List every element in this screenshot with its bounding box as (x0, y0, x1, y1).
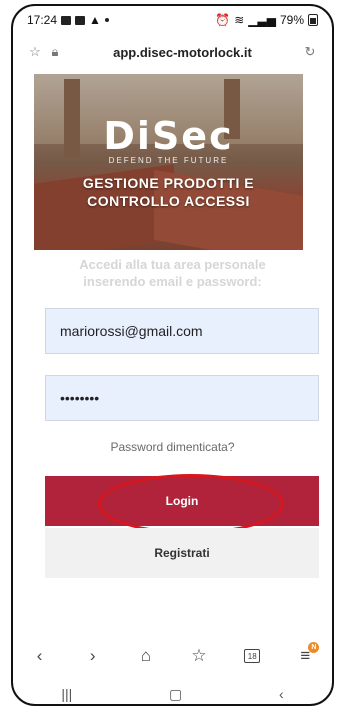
back-icon[interactable]: ‹ (30, 646, 50, 666)
status-bar: 17:24 ▲ ⏰ ≋ ▁▃▅ 79% (13, 6, 332, 34)
register-button[interactable]: Registrati (45, 528, 319, 578)
password-field[interactable]: •••••••• (45, 375, 319, 421)
login-button[interactable]: Login (45, 476, 319, 526)
lock-icon[interactable]: 🔒︎ (45, 42, 65, 62)
hero-title-line: CONTROLLO ACCESSI (87, 193, 250, 209)
system-back-icon[interactable]: ‹ (279, 686, 284, 702)
system-navigation-bar: ||| ▢ ‹ (13, 682, 332, 704)
menu-icon[interactable]: ≡ N (295, 642, 320, 666)
password-value: •••••••• (60, 390, 100, 406)
phone-frame: 17:24 ▲ ⏰ ≋ ▁▃▅ 79% ☆ 🔒︎ app.disec-motor… (11, 4, 334, 706)
brand-tagline: DEFEND THE FUTURE (108, 156, 229, 165)
hero-title-line: GESTIONE PRODOTTI E (82, 175, 255, 191)
brand-logo: DiSec DEFEND THE FUTURE (34, 114, 303, 165)
battery-icon (308, 14, 318, 26)
more-notifications-icon (104, 18, 109, 22)
alarm-icon: ⏰ (215, 13, 231, 27)
url-text[interactable]: app.disec-motorlock.it (65, 45, 300, 60)
notification-icon: ▲ (89, 13, 101, 27)
browser-bottom-toolbar: ‹ › ⌂ ☆ 18 ≡ N (13, 638, 332, 674)
home-button-icon[interactable]: ▢ (169, 686, 182, 703)
menu-badge: N (308, 642, 320, 653)
email-field[interactable]: mariorossi@gmail.com (45, 308, 319, 354)
hero-title: GESTIONE PRODOTTI E CONTROLLO ACCESSI (34, 174, 303, 210)
reload-icon[interactable]: ↻ (300, 42, 320, 62)
signal-icon: ▁▃▅ (248, 13, 276, 27)
recent-apps-icon[interactable]: ||| (61, 686, 72, 702)
message-icon (75, 15, 86, 25)
intro-line: inserendo email e password: (83, 274, 262, 289)
intro-line: Accedi alla tua area personale (79, 257, 266, 272)
forward-icon[interactable]: › (83, 646, 103, 666)
status-time: 17:24 (27, 13, 58, 27)
brand-name: DiSec (103, 114, 234, 158)
gallery-icon (61, 15, 72, 25)
status-right: ⏰ ≋ ▁▃▅ 79% (215, 13, 318, 27)
status-left: 17:24 ▲ (27, 13, 109, 27)
bookmarks-icon[interactable]: ☆ (189, 646, 209, 666)
email-value: mariorossi@gmail.com (60, 323, 203, 339)
hero-banner: DiSec DEFEND THE FUTURE GESTIONE PRODOTT… (34, 74, 303, 250)
browser-url-bar: ☆ 🔒︎ app.disec-motorlock.it ↻ (13, 34, 332, 70)
battery-level: 79% (279, 13, 304, 27)
bookmark-star-icon[interactable]: ☆ (25, 42, 45, 62)
wifi-icon: ≋ (234, 13, 245, 27)
tabs-count: 18 (244, 649, 261, 663)
forgot-password-link[interactable]: Password dimenticata? (13, 440, 332, 454)
tabs-icon[interactable]: 18 (242, 646, 262, 666)
home-icon[interactable]: ⌂ (136, 646, 156, 666)
login-intro: Accedi alla tua area personale inserendo… (47, 256, 298, 290)
